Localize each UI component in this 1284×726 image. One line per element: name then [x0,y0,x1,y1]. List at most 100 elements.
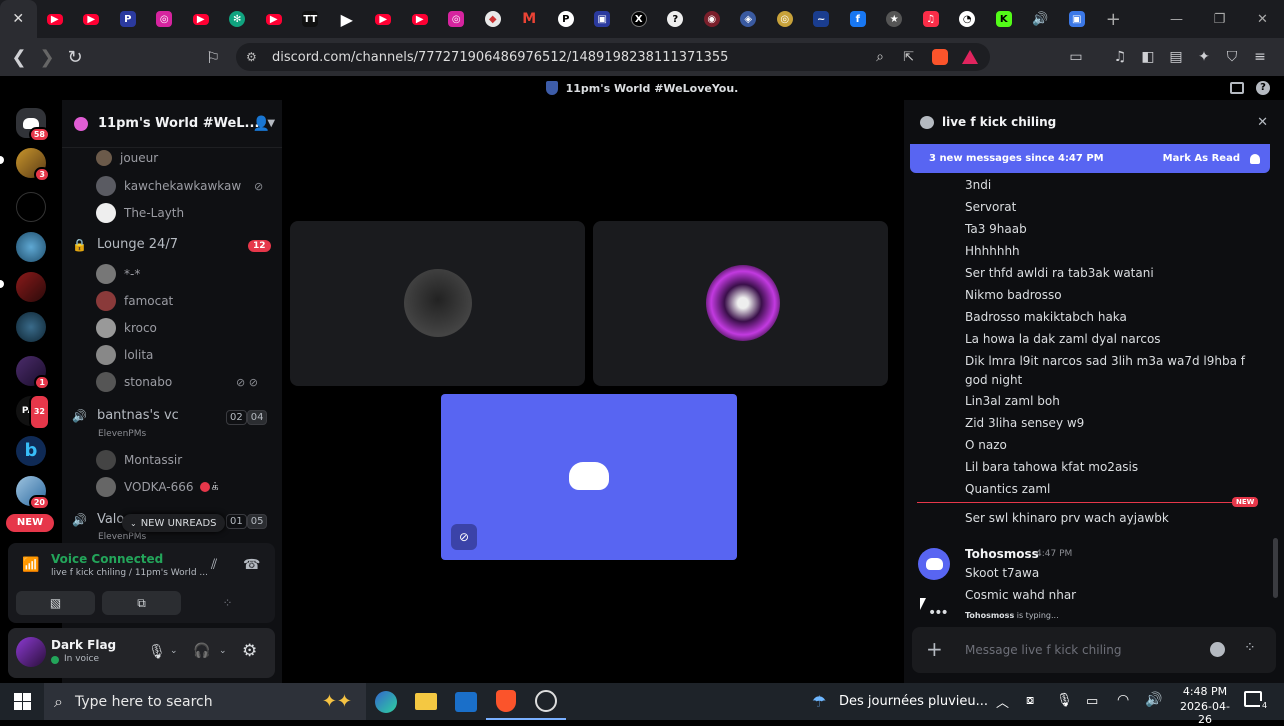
tab-gmail[interactable]: M [511,0,548,38]
voice-member[interactable]: kawchekawkawkaw [96,176,241,196]
new-unreads-pill[interactable]: NEW [6,514,54,532]
apps-icon[interactable]: ⁘ [1244,640,1256,656]
close-window-button[interactable]: ✕ [1241,0,1284,38]
emoji-icon[interactable] [1210,642,1225,657]
minimize-button[interactable]: — [1155,0,1198,38]
scrollbar[interactable] [1273,538,1278,598]
voice-channel-link[interactable]: live f kick chiling / 11pm's World ... [51,568,208,578]
tray-app-icon[interactable]: ⧇ [1026,693,1034,708]
split-view-icon[interactable]: ◧ [1134,43,1162,71]
volume-icon[interactable]: 🔊 [1145,692,1162,708]
tab-question[interactable]: ? [657,0,694,38]
server-icon[interactable] [16,232,46,262]
server-icon[interactable]: 3 [16,148,50,182]
close-icon[interactable]: ✕ [1257,115,1268,130]
back-button[interactable]: ❮ [5,43,33,71]
settings-icon[interactable]: ⚙ [242,641,257,661]
chevron-down-icon[interactable]: ⌄ [219,646,227,656]
brave-shield-icon[interactable] [932,49,948,65]
new-messages-banner[interactable]: 3 new messages since 4:47 PM Mark As Rea… [910,144,1270,173]
tab-gov[interactable]: ~ [803,0,840,38]
invite-icon[interactable]: 👤 [253,116,270,132]
weather-text[interactable]: Des journées pluvieu... [839,694,988,709]
tab-music[interactable]: ♫ [913,0,950,38]
voice-member[interactable]: stonabo [96,372,172,392]
server-header[interactable]: 11pm's World #WeL... ▼ 👤 [62,100,282,148]
battery-icon[interactable]: ▭ [1086,694,1098,709]
wallet-icon[interactable]: ▤ [1162,43,1190,71]
site-settings-icon[interactable]: ⚙ [246,50,257,64]
new-tab-button[interactable]: + [1095,0,1132,38]
voice-channel-valo[interactable]: 🔊 Valo [72,512,124,527]
tab-chatgpt[interactable]: ✻ [219,0,256,38]
taskbar-edge[interactable] [366,683,406,720]
voice-member[interactable]: Montassir [96,450,182,470]
tab-active[interactable]: ✕ [0,0,37,38]
author-avatar[interactable] [918,548,950,580]
microphone-icon[interactable]: 🎙 [1056,693,1073,708]
server-icon[interactable]: b [16,436,46,466]
tab-speaker[interactable]: 🔊 [1022,0,1059,38]
voice-member[interactable]: *-* [96,264,140,284]
tab-facebook[interactable]: f [840,0,877,38]
restore-button[interactable]: ❐ [1198,0,1241,38]
headphones-icon[interactable]: 🎧 [193,643,210,659]
voice-member[interactable]: joueur [96,150,158,166]
voice-member[interactable]: lolita [96,345,153,365]
start-button[interactable] [0,683,44,720]
chevron-down-icon[interactable]: ⌄ [170,646,178,656]
participant-tile[interactable] [593,221,888,386]
voice-member[interactable]: famocat [96,291,173,311]
voice-channel-bantnas[interactable]: 🔊 bantnas's vc [72,408,179,423]
tab-copilot[interactable]: ◆ [475,0,512,38]
menu-icon[interactable]: ≡ [1246,43,1274,71]
tab-ring[interactable]: ◎ [767,0,804,38]
signal-icon[interactable]: 📶 [22,557,39,573]
zoom-icon[interactable]: ⌕ [876,49,884,65]
taskbar-app[interactable] [526,683,566,720]
tab-instagram[interactable]: ◎ [146,0,183,38]
tab-youtube[interactable]: ▶ [37,0,74,38]
voice-member[interactable]: kroco [96,318,157,338]
own-video-tile[interactable]: ⊘ [441,394,737,560]
microphone-icon[interactable]: 🎙 [148,644,166,660]
forward-button[interactable]: ❯ [33,43,61,71]
tab-play[interactable]: ▶ [329,0,366,38]
taskbar-brave[interactable] [486,683,526,720]
server-icon[interactable] [16,312,46,342]
tab-pinterest[interactable]: P [110,0,147,38]
mark-read-button[interactable]: Mark As Read [1163,153,1240,164]
tab-target[interactable]: ◉ [694,0,731,38]
wifi-icon[interactable]: ◠ [1117,692,1129,708]
tab-kick[interactable]: K [986,0,1023,38]
reload-button[interactable]: ↻ [61,43,89,71]
new-unreads-button[interactable]: ⌄ NEW UNREADS [122,514,225,532]
author-name[interactable]: Tohosmoss [965,547,1039,561]
tab-x[interactable]: X [621,0,658,38]
tab-brave[interactable]: ◈ [730,0,767,38]
user-avatar[interactable] [16,637,46,667]
participant-tile[interactable] [290,221,585,386]
server-icon[interactable] [16,272,46,302]
tab-wattpad[interactable]: TT [292,0,329,38]
voice-channel-lounge[interactable]: 🔒 Lounge 24/7 [72,237,178,252]
share-icon[interactable]: ⇱ [903,50,914,65]
camera-button[interactable]: ▧ [16,591,95,615]
inbox-icon[interactable] [1230,82,1244,94]
voice-member[interactable]: VODKA-666 க் [96,477,219,497]
server-icon[interactable]: 1 [16,356,50,390]
tab-youtube[interactable]: ▶ [365,0,402,38]
url-bar[interactable]: ⚙ discord.com/channels/77727190648697651… [236,43,990,71]
server-icon[interactable]: 20 [16,476,50,510]
tab-youtube[interactable]: ▶ [73,0,110,38]
taskbar-search[interactable]: ⌕ Type here to search ✦✦ [44,683,366,720]
dm-home-button[interactable]: 58 [16,108,50,142]
voice-member[interactable]: The-Layth [96,203,184,223]
bookmark-icon[interactable]: ⚐ [199,43,227,71]
brave-rewards-icon[interactable] [962,50,978,64]
vpn-icon[interactable]: ⛉ [1218,43,1246,71]
tab-badge[interactable]: ★ [876,0,913,38]
chevron-up-icon[interactable]: ︿ [996,692,1009,711]
plus-icon[interactable]: + [926,637,943,661]
sidebar-icon[interactable]: ▭ [1062,43,1090,71]
